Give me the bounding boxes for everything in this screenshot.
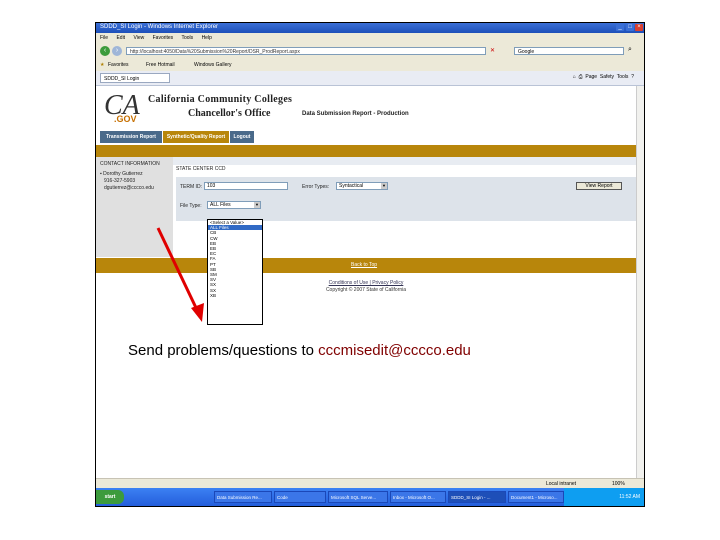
caption-email[interactable]: cccmisedit@cccco.edu	[318, 342, 471, 359]
caption-text: Send problems/questions to	[128, 342, 319, 359]
caption: Send problems/questions to cccmisedit@cc…	[128, 342, 471, 359]
arrow-line	[156, 227, 200, 313]
arrow-head-icon	[191, 303, 204, 322]
annotation-arrow	[156, 227, 204, 322]
